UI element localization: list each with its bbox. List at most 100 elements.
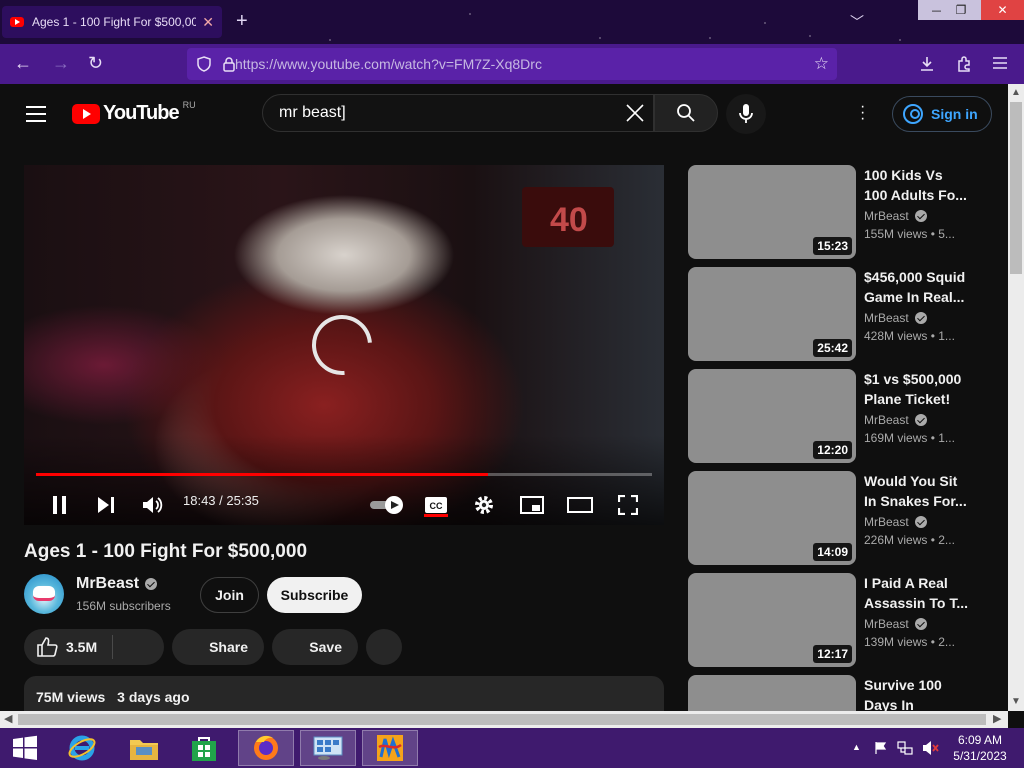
captions-button[interactable]: CC <box>418 487 454 523</box>
autoplay-toggle[interactable] <box>366 487 406 523</box>
share-button[interactable]: Share <box>172 629 264 665</box>
voice-search-button[interactable] <box>726 94 766 134</box>
address-bar[interactable]: https://www.youtube.com/watch?v=FM7Z-Xq8… <box>187 48 837 80</box>
like-button[interactable]: 3.5M <box>24 629 164 665</box>
internet-explorer-taskbar-button[interactable] <box>54 730 110 766</box>
more-actions-button[interactable] <box>366 629 402 665</box>
rec-title[interactable]: Would You Sit In Snakes For... <box>864 471 968 511</box>
rec-channel[interactable]: MrBeast <box>864 515 927 529</box>
channel-avatar[interactable] <box>24 574 64 614</box>
rec-title[interactable]: I Paid A Real Assassin To T... <box>864 573 968 613</box>
reload-icon[interactable]: ↻ <box>88 53 103 74</box>
start-button[interactable] <box>0 730 50 766</box>
rec-title[interactable]: Survive 100 Days In Circle,... <box>864 675 968 711</box>
video-thumbnail[interactable]: 25:42 <box>688 267 856 361</box>
list-item[interactable]: 25:42 $456,000 Squid Game In Real... MrB… <box>688 267 998 361</box>
horizontal-scroll-thumb[interactable] <box>18 714 986 725</box>
restore-button[interactable]: ❐ <box>941 0 981 20</box>
video-thumbnail[interactable]: 14:09 <box>688 471 856 565</box>
back-arrow-icon[interactable]: ← <box>14 53 32 74</box>
store-taskbar-button[interactable] <box>176 730 232 766</box>
channel-name-link[interactable]: MrBeast <box>76 575 158 593</box>
fullscreen-button[interactable] <box>610 487 646 523</box>
theater-mode-button[interactable] <box>562 487 598 523</box>
youtube-page: YouTube RU mr beast] · · · Sign in 40 18… <box>0 84 1008 711</box>
description-box[interactable]: 75M views 3 days ago <box>24 676 664 711</box>
duration-badge: 14:09 <box>813 543 852 561</box>
guide-menu-icon[interactable] <box>26 106 46 127</box>
save-button[interactable]: Save <box>272 629 358 665</box>
volume-icon <box>143 497 163 513</box>
rec-meta: 226M views • 2... <box>864 533 955 547</box>
file-explorer-taskbar-button[interactable] <box>116 730 172 766</box>
clear-search-icon[interactable] <box>623 101 647 125</box>
video-thumbnail[interactable]: 12:17 <box>688 573 856 667</box>
show-hidden-icons-chevron-icon[interactable]: ▲ <box>852 742 861 752</box>
vertical-scrollbar[interactable]: ▲ ▼ <box>1008 84 1024 711</box>
miniplayer-icon <box>520 496 544 514</box>
system-clock[interactable]: 6:09 AM 5/31/2023 <box>950 732 1010 764</box>
video-thumbnail[interactable]: 12:20 <box>688 369 856 463</box>
rec-channel[interactable]: MrBeast <box>864 311 927 325</box>
lock-icon[interactable] <box>222 56 236 72</box>
pause-button[interactable] <box>42 487 78 523</box>
list-item[interactable]: 14:09 Would You Sit In Snakes For... MrB… <box>688 471 998 565</box>
progress-bar[interactable] <box>36 473 652 476</box>
miniplayer-button[interactable] <box>514 487 550 523</box>
action-center-flag-icon[interactable] <box>874 741 888 755</box>
scroll-down-arrow-icon[interactable]: ▼ <box>1011 696 1021 707</box>
video-thumbnail[interactable]: 15:23 <box>688 165 856 259</box>
close-window-button[interactable]: ✕ <box>981 0 1024 20</box>
browser-tab[interactable]: Ages 1 - 100 Fight For $500,000 ✕ <box>2 6 222 38</box>
downloads-icon[interactable] <box>918 55 936 73</box>
autoplay-toggle-icon <box>370 496 403 514</box>
rec-title[interactable]: $456,000 Squid Game In Real... <box>864 267 968 307</box>
forward-arrow-icon[interactable]: → <box>52 53 70 74</box>
network-icon[interactable] <box>897 740 913 756</box>
new-tab-button[interactable]: + <box>236 11 248 31</box>
bookmark-star-icon[interactable]: ☆ <box>814 54 829 74</box>
list-tabs-chevron-icon[interactable]: ﹀ <box>850 12 864 32</box>
rec-channel[interactable]: MrBeast <box>864 413 927 427</box>
youtube-logo[interactable]: YouTube RU <box>72 100 196 125</box>
volume-muted-icon[interactable] <box>922 740 940 756</box>
list-item[interactable]: 15:23 100 Kids Vs 100 Adults Fo... MrBea… <box>688 165 998 259</box>
next-button[interactable] <box>88 487 124 523</box>
mute-button[interactable] <box>135 487 171 523</box>
vertical-scroll-thumb[interactable] <box>1010 102 1022 274</box>
list-item[interactable]: Survive 100 Days In Circle,... <box>688 675 998 711</box>
menu-hamburger-icon[interactable] <box>992 56 1008 70</box>
dislike-button[interactable] <box>120 637 160 657</box>
search-button[interactable] <box>654 94 718 132</box>
control-panel-icon <box>313 736 343 760</box>
subscriber-count: 156M subscribers <box>76 599 171 613</box>
sign-in-button[interactable]: Sign in <box>892 96 992 132</box>
control-panel-taskbar-button[interactable] <box>300 730 356 766</box>
rec-meta: 139M views • 2... <box>864 635 955 649</box>
subscribe-button[interactable]: Subscribe <box>267 577 362 613</box>
join-button[interactable]: Join <box>200 577 259 613</box>
settings-kebab-icon[interactable]: · · · <box>860 99 865 127</box>
extensions-puzzle-icon[interactable] <box>955 55 973 73</box>
windows-logo-icon <box>13 735 37 760</box>
rec-title[interactable]: 100 Kids Vs 100 Adults Fo... <box>864 165 968 205</box>
tab-close-icon[interactable]: ✕ <box>202 14 214 31</box>
scroll-up-arrow-icon[interactable]: ▲ <box>1011 87 1021 98</box>
rec-meta: 169M views • 1... <box>864 431 955 445</box>
horizontal-scrollbar[interactable]: ◀ ▶ <box>0 711 1008 728</box>
paint-app-taskbar-button[interactable] <box>362 730 418 766</box>
shield-icon[interactable] <box>196 56 212 72</box>
video-thumbnail[interactable] <box>688 675 856 711</box>
scroll-left-arrow-icon[interactable]: ◀ <box>4 712 12 725</box>
settings-button[interactable] <box>466 487 502 523</box>
firefox-taskbar-button[interactable] <box>238 730 294 766</box>
rec-channel[interactable]: MrBeast <box>864 209 927 223</box>
search-input[interactable]: mr beast] <box>262 94 654 132</box>
rec-channel[interactable]: MrBeast <box>864 617 927 631</box>
rec-title[interactable]: $1 vs $500,000 Plane Ticket! <box>864 369 968 409</box>
scroll-right-arrow-icon[interactable]: ▶ <box>993 712 1001 725</box>
list-item[interactable]: 12:17 I Paid A Real Assassin To T... MrB… <box>688 573 998 667</box>
video-player[interactable]: 40 18:43 / 25:35 CC <box>24 165 664 525</box>
close-icon: ✕ <box>997 3 1008 17</box>
list-item[interactable]: 12:20 $1 vs $500,000 Plane Ticket! MrBea… <box>688 369 998 463</box>
